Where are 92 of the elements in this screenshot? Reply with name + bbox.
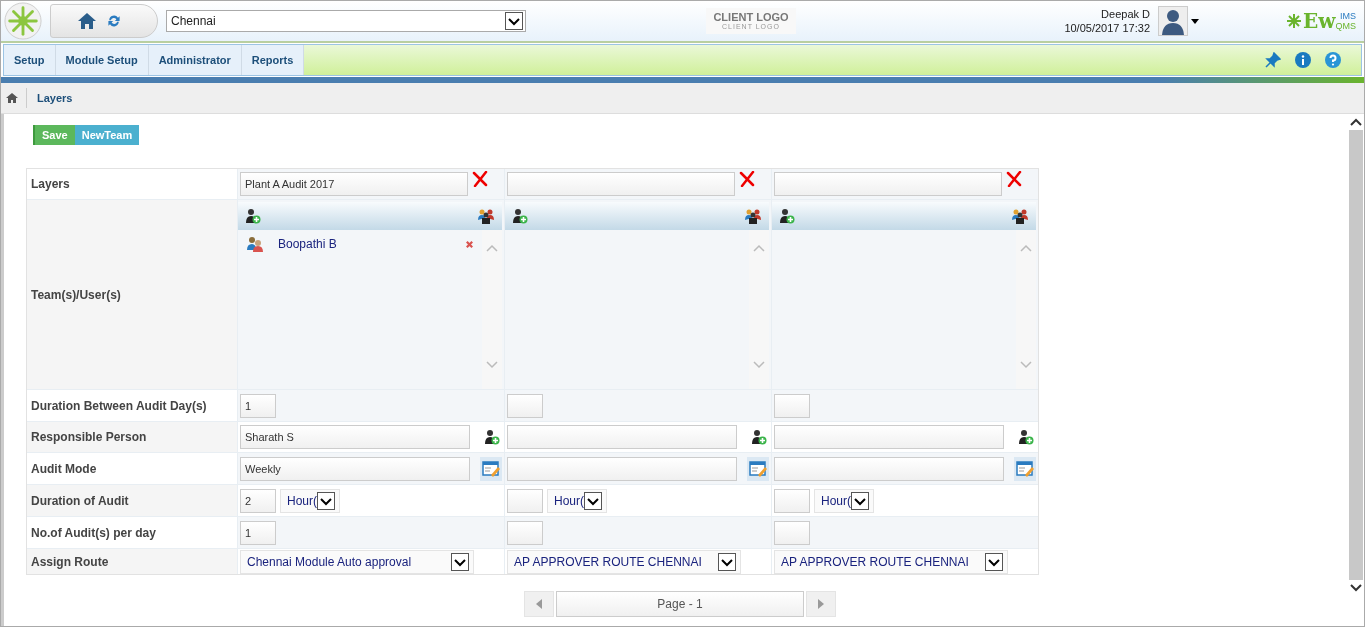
duration-field[interactable]	[507, 488, 543, 513]
menu-item[interactable]: Administrator	[148, 45, 242, 75]
menu-item[interactable]: Reports	[241, 45, 305, 75]
schedule-edit-button[interactable]	[480, 456, 502, 481]
chevron-down-icon	[753, 361, 765, 369]
caret-icon	[584, 491, 602, 510]
calendar-edit-icon	[482, 460, 500, 477]
list-scrollbar[interactable]	[749, 230, 769, 389]
responsible-person-field[interactable]: Sharath S	[240, 425, 470, 449]
row-label: Audit Mode	[27, 453, 237, 484]
menu-item[interactable]: Setup	[4, 45, 56, 75]
add-user-icon[interactable]	[484, 429, 500, 445]
schedule-edit-button[interactable]	[747, 456, 769, 481]
unit-dropdown[interactable]: Hour(	[814, 488, 874, 513]
responsible-person-field[interactable]	[507, 425, 737, 449]
chevron-up-icon[interactable]	[1350, 118, 1362, 126]
add-user-icon[interactable]	[512, 208, 528, 224]
next-page-button[interactable]	[806, 591, 836, 617]
caret-icon	[851, 491, 869, 510]
delete-icon[interactable]	[1006, 171, 1022, 187]
route-dropdown[interactable]: AP APPROVER ROUTE CHENNAI	[507, 549, 741, 574]
caret-icon	[718, 552, 736, 571]
unit-dropdown[interactable]: Hour(	[547, 488, 607, 513]
user-group-icon[interactable]	[744, 208, 762, 224]
add-user-icon[interactable]	[751, 429, 767, 445]
home-icon[interactable]	[77, 11, 97, 31]
calendar-edit-icon	[749, 460, 767, 477]
caret-icon	[317, 491, 335, 510]
user-group-icon[interactable]	[1011, 208, 1029, 224]
chevron-down-icon	[1020, 361, 1032, 369]
row-label: Layers	[27, 169, 237, 199]
add-user-icon[interactable]	[779, 208, 795, 224]
calendar-edit-icon	[1016, 460, 1034, 477]
audit-mode-field[interactable]: Weekly	[240, 456, 470, 481]
chevron-down-icon[interactable]	[1350, 584, 1362, 592]
layer-name-field[interactable]: Plant A Audit 2017	[240, 172, 468, 196]
caret-icon	[505, 12, 523, 30]
add-user-icon[interactable]	[1018, 429, 1034, 445]
audit-mode-field[interactable]	[774, 456, 1004, 481]
duration-field[interactable]	[774, 488, 810, 513]
delete-icon[interactable]	[472, 171, 488, 187]
chevron-up-icon	[486, 244, 498, 252]
row-label: Duration Between Audit Day(s)	[27, 390, 237, 421]
user-name: Deepak D	[1101, 7, 1150, 21]
left-triangle-icon	[536, 599, 542, 609]
member-name[interactable]: Boopathi B	[278, 237, 451, 251]
caret-icon[interactable]	[1191, 18, 1199, 24]
row-label: Team(s)/User(s)	[27, 200, 237, 389]
unit-dropdown[interactable]: Hour(	[280, 488, 340, 513]
schedule-edit-button[interactable]	[1014, 456, 1036, 481]
avatar-silhouette-icon[interactable]	[1158, 6, 1188, 36]
row-label: Duration of Audit	[27, 485, 237, 516]
days-field[interactable]	[774, 393, 810, 418]
previous-page-button[interactable]	[524, 591, 554, 617]
layer-name-field[interactable]	[507, 172, 735, 196]
help-icon[interactable]	[1325, 52, 1341, 68]
page-indicator: Page - 1	[556, 591, 804, 617]
breadcrumb-item[interactable]: Layers	[37, 92, 73, 104]
menu-item[interactable]: Module Setup	[55, 45, 149, 75]
pin-icon[interactable]	[1265, 52, 1281, 68]
info-icon[interactable]	[1295, 52, 1311, 68]
add-user-icon[interactable]	[245, 208, 261, 224]
audits-per-day-field[interactable]	[774, 520, 810, 545]
audit-mode-field[interactable]	[507, 456, 737, 481]
route-dropdown[interactable]: Chennai Module Auto approval	[240, 549, 474, 574]
chevron-up-icon	[753, 244, 765, 252]
audits-per-day-field[interactable]: 1	[240, 520, 276, 545]
delete-icon[interactable]	[739, 171, 755, 187]
row-label: Responsible Person	[27, 422, 237, 452]
audits-per-day-field[interactable]	[507, 520, 543, 545]
location-dropdown[interactable]: Chennai	[166, 10, 526, 32]
users-icon	[246, 236, 264, 252]
responsible-person-field[interactable]	[774, 425, 1004, 449]
caret-icon	[451, 552, 469, 571]
duration-field[interactable]: 2	[240, 488, 276, 513]
list-scrollbar[interactable]	[482, 230, 502, 389]
days-field[interactable]	[507, 393, 543, 418]
row-label: No.of Audit(s) per day	[27, 517, 237, 548]
chevron-down-icon	[486, 361, 498, 369]
layer-name-field[interactable]	[774, 172, 1002, 196]
date-time: 10/05/2017 17:32	[1064, 21, 1150, 35]
home-icon[interactable]	[6, 92, 18, 104]
row-label: Assign Route	[27, 549, 237, 574]
chevron-up-icon	[1020, 244, 1032, 252]
user-group-icon[interactable]	[477, 208, 495, 224]
route-dropdown[interactable]: AP APPROVER ROUTE CHENNAI	[774, 549, 1008, 574]
remove-icon[interactable]	[465, 239, 474, 249]
list-scrollbar[interactable]	[1016, 230, 1036, 389]
caret-icon	[985, 552, 1003, 571]
right-triangle-icon	[818, 599, 824, 609]
refresh-icon[interactable]	[105, 13, 123, 29]
days-field[interactable]: 1	[240, 393, 276, 418]
